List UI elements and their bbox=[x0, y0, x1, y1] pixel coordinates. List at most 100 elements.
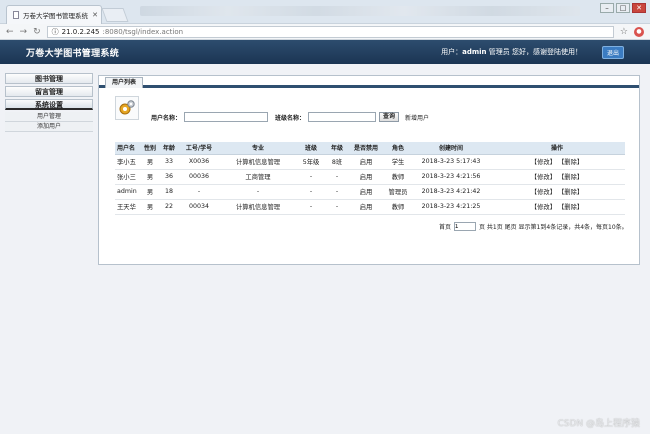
sidebar-item-user-management[interactable]: 用户管理 bbox=[5, 112, 93, 122]
cell-role: 学生 bbox=[383, 154, 413, 170]
delete-link[interactable]: 【删除】 bbox=[558, 174, 583, 181]
cell-created: 2018-3-23 4:21:56 bbox=[413, 169, 489, 185]
url-host: 21.0.2.245 bbox=[61, 27, 100, 36]
settings-gear-icon bbox=[115, 96, 139, 120]
user-table-wrap: 用户名 性别 年龄 工号/学号 专业 班级 年级 是否禁用 角色 创建时间 操作… bbox=[115, 142, 625, 215]
reload-icon[interactable]: ↻ bbox=[33, 27, 41, 37]
watermark: CSDN @岛上程序猿 bbox=[557, 419, 640, 429]
cell-disabled: 启用 bbox=[349, 199, 383, 215]
app-title: 万卷大学图书管理系统 bbox=[26, 48, 120, 59]
extension-icon[interactable]: ● bbox=[634, 26, 644, 37]
cell-role: 教师 bbox=[383, 169, 413, 185]
class-label: 班级名称： bbox=[275, 114, 306, 122]
cell-major: - bbox=[219, 184, 297, 200]
class-search-input[interactable] bbox=[308, 112, 377, 122]
minimize-icon[interactable]: – bbox=[600, 3, 614, 13]
app-header: 万卷大学图书管理系统 用户：admin 管理员 您好，感谢登陆使用！ 退出 bbox=[0, 40, 650, 64]
info-icon: ⓘ bbox=[51, 27, 59, 36]
bookmark-star-icon[interactable]: ☆ bbox=[620, 27, 628, 37]
cell-class: - bbox=[297, 169, 325, 185]
cell-role: 教师 bbox=[383, 199, 413, 215]
address-bar[interactable]: ⓘ 21.0.2.245:8080/tsgl/index.action bbox=[46, 25, 614, 38]
delete-link[interactable]: 【删除】 bbox=[558, 204, 583, 211]
add-user-link[interactable]: 新增用户 bbox=[405, 113, 429, 122]
page-number-input[interactable] bbox=[454, 222, 477, 231]
cell-grade: - bbox=[325, 199, 349, 215]
tab-user-list[interactable]: 用户列表 bbox=[105, 77, 144, 88]
edit-link[interactable]: 【修改】 bbox=[531, 204, 556, 211]
table-row: 王天华 男 22 00034 计算机信息管理 - - 启用 教师 2018-3-… bbox=[115, 199, 625, 215]
tab-title: 万卷大学图书管理系统 bbox=[23, 12, 88, 20]
forward-icon[interactable]: → bbox=[20, 27, 28, 37]
user-suffix: 管理员 您好，感谢登陆使用！ bbox=[486, 48, 582, 56]
username: admin bbox=[462, 48, 487, 56]
cell-actions: 【修改】 【删除】 bbox=[489, 184, 625, 200]
cell-created: 2018-3-23 4:21:42 bbox=[413, 184, 489, 200]
cell-sex: 男 bbox=[141, 154, 159, 170]
query-button[interactable]: 查询 bbox=[379, 112, 400, 122]
close-tab-icon[interactable]: ✕ bbox=[92, 11, 101, 19]
main-panel: 用户列表 用户名称： 班级名称： 查询 新增用户 用户名 性别 年龄 工号/学号… bbox=[98, 75, 640, 265]
cell-actions: 【修改】 【删除】 bbox=[489, 199, 625, 215]
cell-age: 36 bbox=[159, 169, 179, 185]
cell-actions: 【修改】 【删除】 bbox=[489, 154, 625, 170]
new-tab-button[interactable] bbox=[101, 8, 129, 22]
pager-first-label[interactable]: 首页 bbox=[439, 222, 451, 231]
cell-sex: 男 bbox=[141, 199, 159, 215]
maximize-icon[interactable]: □ bbox=[616, 3, 630, 13]
col-class: 班级 bbox=[297, 142, 325, 155]
logout-button[interactable]: 退出 bbox=[601, 45, 624, 59]
user-prefix: 用户： bbox=[441, 48, 463, 56]
col-sex: 性别 bbox=[141, 142, 159, 155]
sidebar-section-messages[interactable]: 留言管理 bbox=[5, 86, 93, 97]
edit-link[interactable]: 【修改】 bbox=[531, 189, 556, 196]
window-controls: – □ ✕ bbox=[600, 3, 646, 13]
username-search-input[interactable] bbox=[184, 112, 269, 122]
browser-tab[interactable]: 万卷大学图书管理系统 ✕ bbox=[6, 5, 102, 24]
cell-grade: 8班 bbox=[325, 154, 349, 170]
edit-link[interactable]: 【修改】 bbox=[531, 159, 556, 166]
sidebar-item-add-user[interactable]: 添加用户 bbox=[5, 122, 93, 132]
cell-major: 计算机信息管理 bbox=[219, 199, 297, 215]
cell-sex: 男 bbox=[141, 184, 159, 200]
delete-link[interactable]: 【删除】 bbox=[558, 159, 583, 166]
username-label: 用户名称： bbox=[151, 114, 182, 122]
cell-grade: - bbox=[325, 184, 349, 200]
cell-disabled: 启用 bbox=[349, 184, 383, 200]
col-actions: 操作 bbox=[489, 142, 625, 155]
pagination: 首页 页 共1页 尾页 显示第1到4条记录，共4条，每页10条。 bbox=[439, 222, 628, 231]
cell-major: 计算机信息管理 bbox=[219, 154, 297, 170]
cell-id: - bbox=[179, 184, 219, 200]
col-username: 用户名 bbox=[115, 142, 141, 155]
cell-username: admin bbox=[115, 184, 141, 200]
browser-titlebar: 万卷大学图书管理系统 ✕ – □ ✕ bbox=[0, 0, 650, 24]
bookmarks-bar bbox=[140, 6, 580, 16]
col-grade: 年级 bbox=[325, 142, 349, 155]
cell-role: 管理员 bbox=[383, 184, 413, 200]
sidebar-section-books[interactable]: 图书管理 bbox=[5, 73, 93, 84]
window-close-icon[interactable]: ✕ bbox=[632, 3, 646, 13]
cell-username: 李小五 bbox=[115, 154, 141, 170]
user-greeting: 用户：admin 管理员 您好，感谢登陆使用！ bbox=[441, 47, 582, 57]
cell-disabled: 启用 bbox=[349, 169, 383, 185]
cell-created: 2018-3-23 4:21:25 bbox=[413, 199, 489, 215]
cell-class: - bbox=[297, 199, 325, 215]
table-row: 李小五 男 33 X0036 计算机信息管理 5年级 8班 启用 学生 2018… bbox=[115, 154, 625, 170]
panel-tabs: 用户列表 bbox=[99, 76, 639, 88]
col-id: 工号/学号 bbox=[179, 142, 219, 155]
col-created: 创建时间 bbox=[413, 142, 489, 155]
cell-disabled: 启用 bbox=[349, 154, 383, 170]
edit-link[interactable]: 【修改】 bbox=[531, 174, 556, 181]
sidebar-section-settings[interactable]: 系统设置 bbox=[5, 99, 93, 110]
cell-actions: 【修改】 【删除】 bbox=[489, 169, 625, 185]
cell-class: - bbox=[297, 184, 325, 200]
back-icon[interactable]: ← bbox=[6, 27, 14, 37]
delete-link[interactable]: 【删除】 bbox=[558, 189, 583, 196]
cell-age: 22 bbox=[159, 199, 179, 215]
table-row: admin 男 18 - - - - 启用 管理员 2018-3-23 4:21… bbox=[115, 184, 625, 200]
cell-age: 33 bbox=[159, 154, 179, 170]
page-icon bbox=[13, 11, 19, 19]
sidebar: 图书管理 留言管理 系统设置 用户管理 添加用户 bbox=[5, 73, 93, 132]
col-major: 专业 bbox=[219, 142, 297, 155]
cell-age: 18 bbox=[159, 184, 179, 200]
